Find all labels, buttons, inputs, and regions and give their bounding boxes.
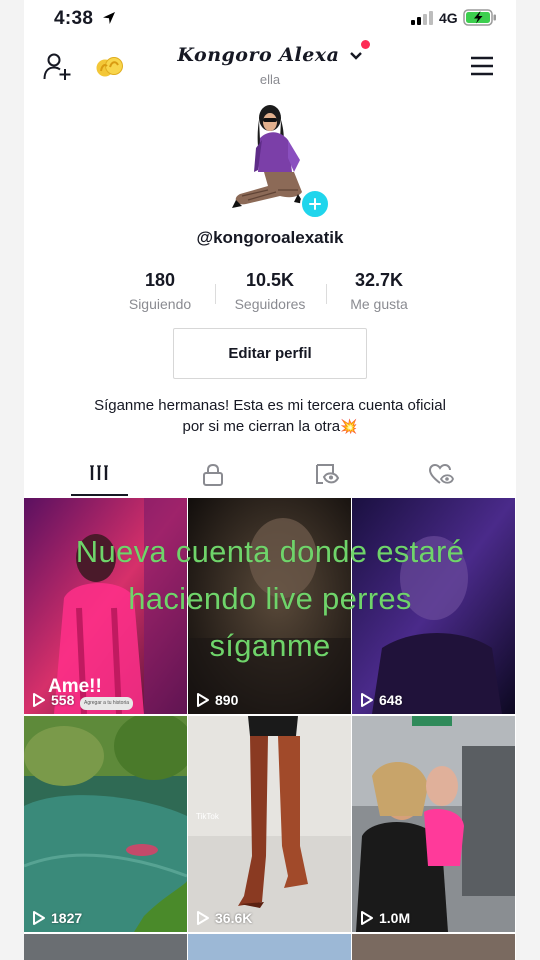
overlay-line-2: haciendo live perres <box>128 581 412 616</box>
play-icon <box>361 693 373 707</box>
menu-icon[interactable] <box>470 56 494 76</box>
play-icon <box>197 693 209 707</box>
view-count: 36.6K <box>196 910 252 926</box>
view-count-value: 36.6K <box>215 910 253 926</box>
video-thumbnail-image <box>188 716 351 932</box>
edit-profile-button[interactable]: Editar perfil <box>173 328 367 379</box>
active-tab-indicator <box>71 494 128 496</box>
view-count: 1.0M <box>360 910 410 926</box>
overlay-line-3: síganme <box>209 628 331 663</box>
followers-count: 10.5K <box>245 270 295 290</box>
battery-charging-icon <box>463 9 496 26</box>
stat-likes[interactable]: 32.7K Me gusta <box>329 270 429 312</box>
add-story-plus-button[interactable] <box>300 189 330 219</box>
stat-divider <box>215 284 216 304</box>
video-thumbnail[interactable]: 1.0M <box>352 716 515 932</box>
status-bar: 4:38 4G <box>0 0 540 36</box>
tagged-icon <box>316 464 340 484</box>
profile-pronoun: ella <box>259 72 281 87</box>
following-count: 180 <box>144 270 176 290</box>
view-count: 1827 <box>32 910 82 926</box>
bio-line-2: por si me cierran la otra💥 <box>0 416 540 437</box>
username: @kongoroalexatik <box>196 228 344 247</box>
stat-followers[interactable]: 10.5K Seguidores <box>220 270 320 312</box>
bio-line-2-text: por si me cierran la otra <box>182 418 341 435</box>
chevron-down-icon <box>349 52 362 60</box>
following-label: Siguiendo <box>128 296 192 312</box>
video-thumbnail-image <box>352 716 515 932</box>
video-thumbnail[interactable] <box>188 934 351 960</box>
play-icon <box>33 693 45 707</box>
view-count: 648 <box>360 692 402 708</box>
network-type: 4G <box>439 10 458 26</box>
likes-label: Me gusta <box>350 296 408 312</box>
tab-private[interactable] <box>156 450 270 498</box>
bio: Síganme hermanas! Esta es mi tercera cue… <box>0 396 540 437</box>
view-count-value: 648 <box>379 692 403 708</box>
location-arrow-icon <box>103 12 115 24</box>
tab-videos[interactable] <box>42 450 156 498</box>
followers-label: Seguidores <box>234 296 306 312</box>
thumbnail-caption: Ame!! <box>48 676 102 697</box>
tiktok-watermark: TikTok <box>196 812 219 821</box>
likes-count: 32.7K <box>354 270 404 290</box>
profile-title: Kongoro Alexa <box>177 44 340 66</box>
overlay-line-1: Nueva cuenta donde estaré <box>75 534 465 569</box>
profile-tabs <box>24 450 516 498</box>
video-thumbnail[interactable]: 36.6K <box>188 716 351 932</box>
overlay-message: Nueva cuenta donde estaré haciendo live … <box>0 528 540 669</box>
video-thumbnail-image <box>24 716 187 932</box>
notification-dot <box>361 40 370 49</box>
play-icon <box>361 911 373 925</box>
tab-liked[interactable] <box>384 450 498 498</box>
video-thumbnail[interactable] <box>24 934 187 960</box>
view-count-value: 890 <box>215 692 239 708</box>
stat-divider <box>326 284 327 304</box>
play-icon <box>197 911 209 925</box>
videos-grid-icon <box>90 465 108 480</box>
view-count-value: 1827 <box>51 910 83 926</box>
view-count: 890 <box>196 692 238 708</box>
lock-icon <box>203 463 223 486</box>
play-icon <box>33 911 45 925</box>
bio-line-1: Síganme hermanas! Esta es mi tercera cue… <box>94 397 446 414</box>
signal-bars-icon <box>411 11 433 25</box>
view-count-value: 1.0M <box>379 910 411 926</box>
collision-emoji: 💥 <box>340 418 358 434</box>
stat-following[interactable]: 180 Siguiendo <box>110 270 210 312</box>
profile-name-switcher[interactable]: Kongoro Alexa <box>0 44 540 66</box>
status-time: 4:38 <box>54 8 94 29</box>
video-thumbnail[interactable] <box>352 934 515 960</box>
liked-heart-icon <box>428 463 454 484</box>
video-thumbnail[interactable]: 1827 <box>24 716 187 932</box>
add-to-story-sticker: Agregar a tu historia <box>80 697 133 710</box>
profile-screen: 4:38 4G Kongoro Alexa ella @kongoroalexa… <box>0 0 540 960</box>
tab-tagged[interactable] <box>270 450 384 498</box>
